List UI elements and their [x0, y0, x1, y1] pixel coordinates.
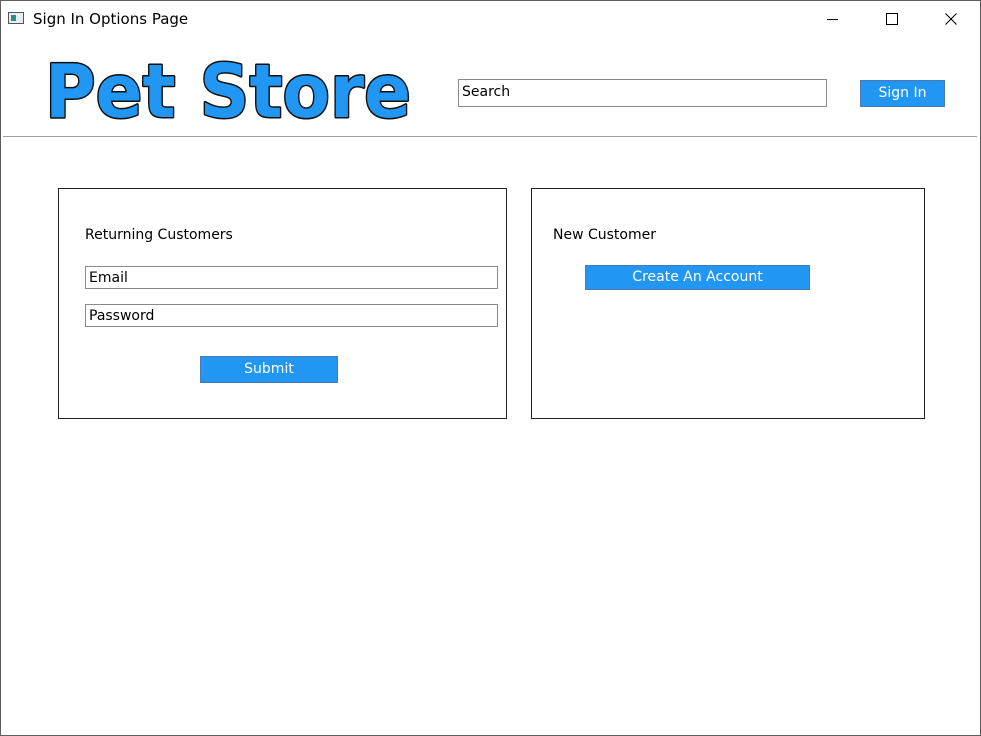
maximize-icon — [886, 13, 898, 25]
logo-text: Pet Store — [45, 49, 411, 127]
window-title: Sign In Options Page — [33, 10, 189, 28]
new-customer-heading: New Customer — [553, 227, 656, 243]
new-customer-panel: New Customer Create An Account — [531, 188, 925, 419]
create-account-button[interactable]: Create An Account — [585, 265, 810, 290]
password-field[interactable] — [85, 304, 498, 327]
email-field[interactable] — [85, 266, 498, 289]
search-input[interactable] — [458, 79, 827, 107]
maximize-button[interactable] — [863, 1, 921, 37]
app-window: Sign In Options Page Pet Store Sign In R… — [0, 0, 981, 736]
close-button[interactable] — [922, 1, 980, 37]
pet-store-logo: Pet Store — [44, 48, 413, 128]
sign-in-button[interactable]: Sign In — [860, 80, 945, 107]
minimize-icon — [827, 19, 838, 20]
minimize-button[interactable] — [804, 1, 862, 37]
close-icon — [945, 13, 957, 25]
app-window-icon — [8, 12, 24, 24]
header-divider — [3, 136, 977, 137]
submit-button[interactable]: Submit — [200, 356, 338, 383]
title-bar: Sign In Options Page — [1, 1, 980, 37]
returning-customers-panel: Returning Customers Submit — [58, 188, 507, 419]
returning-customers-heading: Returning Customers — [85, 227, 233, 243]
